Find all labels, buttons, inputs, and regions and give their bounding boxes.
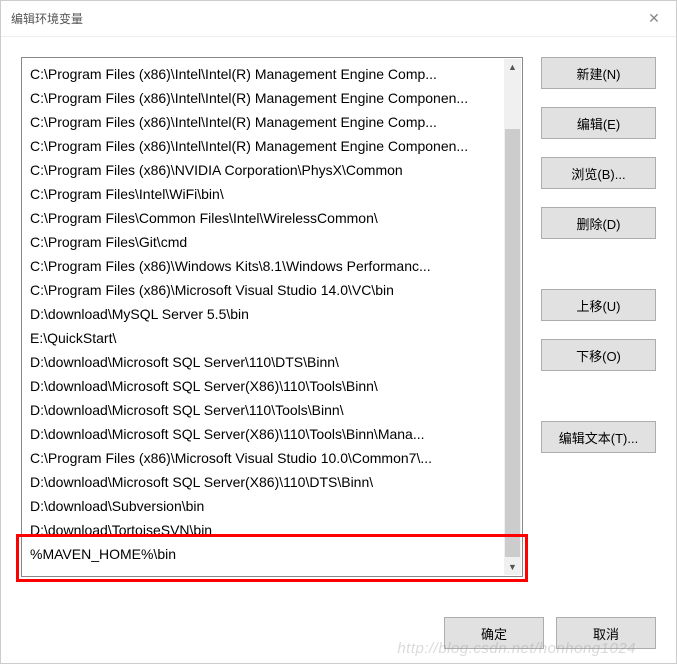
footer-buttons: 确定 取消 (444, 617, 656, 649)
list-item[interactable]: C:\Program Files\Git\cmd (22, 230, 504, 254)
button-column: 新建(N) 编辑(E) 浏览(B)... 删除(D) 上移(U) 下移(O) 编… (541, 57, 656, 577)
list-item[interactable]: %MAVEN_HOME%\bin (22, 542, 504, 566)
list-item[interactable]: C:\Program Files (x86)\Microsoft Visual … (22, 446, 504, 470)
list-item[interactable]: D:\download\Microsoft SQL Server\110\Too… (22, 398, 504, 422)
list-item[interactable]: C:\Program Files (x86)\Windows Kits\8.1\… (22, 254, 504, 278)
path-listbox[interactable]: C:\Program Files (x86)\Intel\Intel(R) Ma… (21, 57, 523, 577)
edittext-button[interactable]: 编辑文本(T)... (541, 421, 656, 453)
close-icon[interactable]: ✕ (644, 10, 664, 27)
window-title: 编辑环境变量 (11, 10, 83, 27)
list-item[interactable]: D:\download\Subversion\bin (22, 494, 504, 518)
list-item[interactable]: C:\Program Files (x86)\Microsoft Visual … (22, 278, 504, 302)
list-item[interactable]: D:\download\Microsoft SQL Server(X86)\11… (22, 422, 504, 446)
list-item[interactable]: C:\Program Files (x86)\NVIDIA Corporatio… (22, 158, 504, 182)
delete-button[interactable]: 删除(D) (541, 207, 656, 239)
list-item[interactable]: E:\QuickStart\ (22, 326, 504, 350)
moveup-button[interactable]: 上移(U) (541, 289, 656, 321)
list-item[interactable]: D:\download\Microsoft SQL Server(X86)\11… (22, 470, 504, 494)
list-item[interactable]: D:\download\Microsoft SQL Server\110\DTS… (22, 350, 504, 374)
list-item[interactable]: C:\Program Files\Intel\WiFi\bin\ (22, 182, 504, 206)
list-item[interactable]: C:\Program Files (x86)\Intel\Intel(R) Ma… (22, 110, 504, 134)
list-item[interactable]: D:\download\TortoiseSVN\bin (22, 518, 504, 542)
list-item[interactable]: D:\download\Microsoft SQL Server(X86)\11… (22, 374, 504, 398)
scroll-thumb[interactable] (505, 129, 520, 557)
list-item[interactable]: C:\Program Files (x86)\Intel\Intel(R) Ma… (22, 134, 504, 158)
scroll-up-icon[interactable]: ▲ (508, 59, 517, 75)
list-wrapper: C:\Program Files (x86)\Intel\Intel(R) Ma… (21, 57, 523, 577)
content-area: C:\Program Files (x86)\Intel\Intel(R) Ma… (1, 37, 676, 587)
scrollbar[interactable]: ▲ ▼ (504, 59, 521, 575)
titlebar: 编辑环境变量 ✕ (1, 1, 676, 37)
movedown-button[interactable]: 下移(O) (541, 339, 656, 371)
list-item[interactable]: C:\Program Files\Common Files\Intel\Wire… (22, 206, 504, 230)
cancel-button[interactable]: 取消 (556, 617, 656, 649)
list-item[interactable]: C:\Program Files (x86)\Intel\Intel(R) Ma… (22, 62, 504, 86)
browse-button[interactable]: 浏览(B)... (541, 157, 656, 189)
new-button[interactable]: 新建(N) (541, 57, 656, 89)
ok-button[interactable]: 确定 (444, 617, 544, 649)
scroll-down-icon[interactable]: ▼ (508, 559, 517, 575)
list-item[interactable]: D:\download\MySQL Server 5.5\bin (22, 302, 504, 326)
edit-button[interactable]: 编辑(E) (541, 107, 656, 139)
list-item[interactable]: C:\Program Files (x86)\Intel\Intel(R) Ma… (22, 86, 504, 110)
